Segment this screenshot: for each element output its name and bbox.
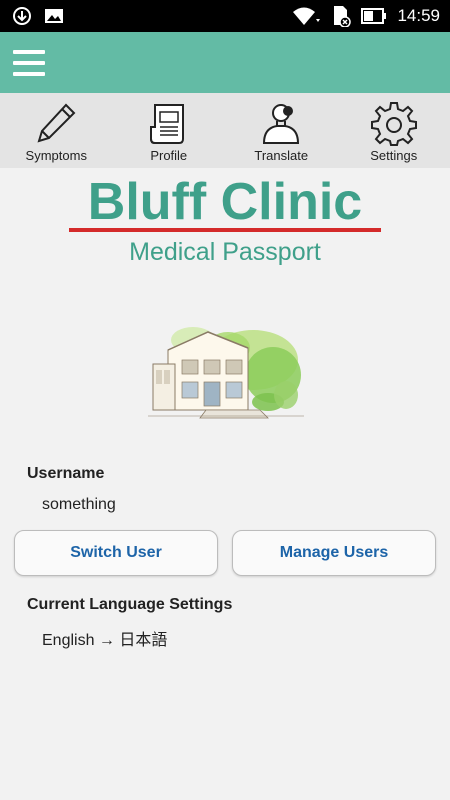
tab-settings[interactable]: Settings (338, 93, 450, 168)
status-system: 14:59 (291, 5, 440, 27)
status-time: 14:59 (397, 6, 440, 25)
logo-divider (69, 228, 381, 232)
tab-symptoms-label: Symptoms (25, 148, 87, 163)
status-notifications (12, 7, 64, 25)
document-icon (149, 104, 184, 144)
tab-translate[interactable]: Translate (225, 93, 338, 168)
language-settings-label: Current Language Settings (27, 596, 233, 613)
clinic-logo-subtitle: Medical Passport (129, 238, 321, 266)
status-bar: 14:59 (0, 0, 450, 32)
tab-bar: Symptoms Profile Translate Settings (0, 93, 450, 168)
pencil-icon (37, 103, 76, 143)
clinic-building-illustration (148, 327, 304, 419)
username-label: Username (27, 465, 105, 482)
manage-users-button[interactable]: Manage Users (232, 530, 436, 576)
tab-symptoms[interactable]: Symptoms (0, 93, 113, 168)
tab-translate-label: Translate (254, 148, 309, 163)
battery-icon (361, 8, 387, 24)
person-speaking-icon (263, 104, 300, 144)
image-icon (45, 9, 63, 23)
gear-icon (370, 102, 417, 146)
username-value: something (42, 496, 116, 513)
app-bar (0, 32, 450, 93)
tab-profile-label: Profile (150, 148, 188, 163)
tab-settings-label: Settings (370, 148, 418, 163)
wifi-icon (293, 7, 321, 25)
tab-profile[interactable]: Profile (113, 93, 226, 168)
sd-card-icon (334, 6, 352, 27)
hamburger-menu-icon[interactable] (13, 50, 45, 76)
switch-user-button[interactable]: Switch User (14, 530, 218, 576)
download-icon (13, 7, 31, 25)
language-settings-value: English → 日本語 (42, 632, 168, 649)
clinic-logo-title: Bluff Clinic (87, 173, 363, 231)
